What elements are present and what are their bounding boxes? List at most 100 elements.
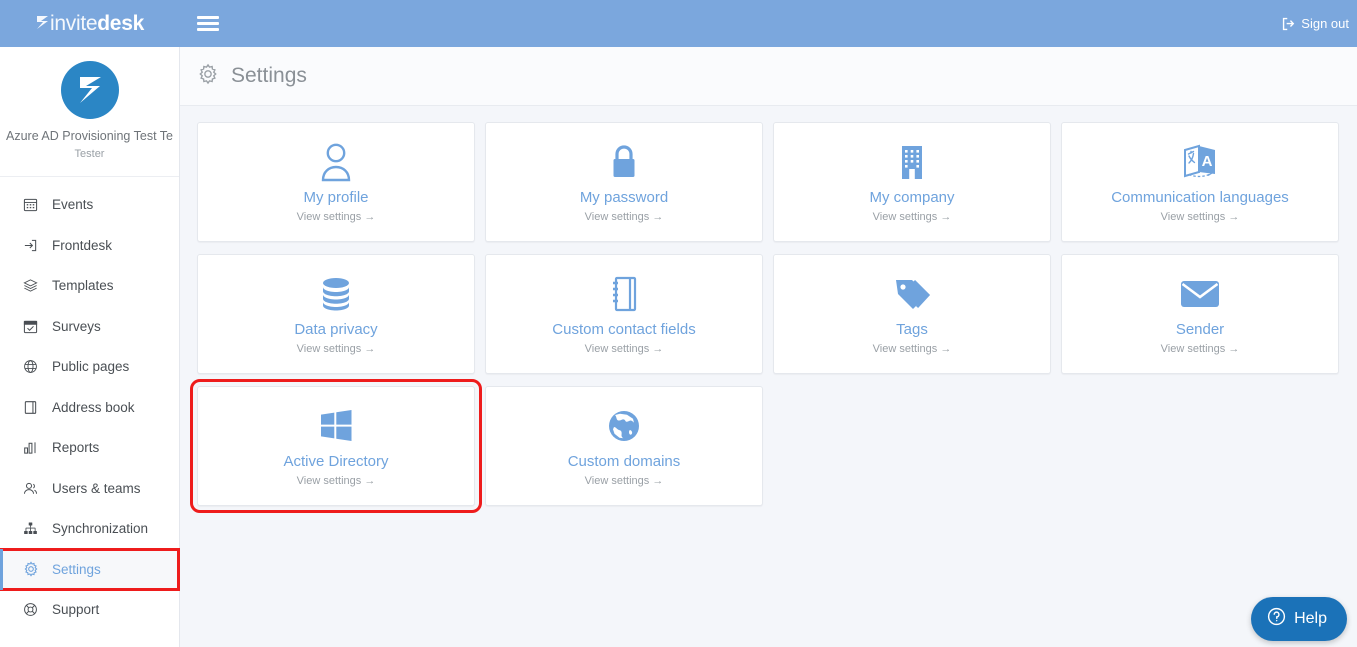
brand-bold-text: desk — [97, 11, 144, 35]
settings-card-my-password[interactable]: My password View settings → — [485, 122, 763, 242]
card-title: My profile — [303, 189, 369, 207]
hamburger-icon[interactable] — [197, 13, 219, 35]
main-content: Settings My profile View settings → My p — [180, 47, 1357, 647]
card-title: Custom contact fields — [552, 321, 696, 339]
sidebar-item-support[interactable]: Support — [0, 590, 179, 631]
sign-out-label: Sign out — [1301, 16, 1349, 31]
calendar-check-icon — [22, 318, 39, 335]
sidebar-item-label: Templates — [52, 278, 114, 294]
card-title: Communication languages — [1111, 189, 1289, 207]
card-title: Sender — [1175, 321, 1225, 339]
org-block: Azure AD Provisioning Test Team Tester — [0, 47, 179, 177]
settings-card-active-directory[interactable]: Active Directory View settings → — [190, 379, 482, 513]
settings-card-communication-languages[interactable]: A Communication languages View settings … — [1061, 122, 1339, 242]
brand-light-text: invite — [50, 11, 98, 35]
card-subtitle: View settings → — [584, 342, 664, 355]
sidebar-item-settings[interactable]: Settings — [0, 548, 180, 591]
card-subtitle: View settings → — [1160, 210, 1240, 223]
book-icon — [22, 399, 39, 416]
sidebar-item-label: Address book — [52, 399, 135, 415]
card-title: My password — [579, 189, 669, 207]
envelope-icon — [1179, 273, 1221, 315]
users-icon — [22, 480, 39, 497]
card-subtitle: View settings → — [584, 474, 664, 487]
lock-icon — [607, 141, 641, 183]
windows-icon — [318, 405, 354, 447]
lifebuoy-icon — [22, 601, 39, 618]
hamburger-bar — [197, 16, 219, 19]
sidebar-item-label: Synchronization — [52, 521, 149, 537]
card-title: Active Directory — [283, 453, 389, 471]
hamburger-bar — [197, 22, 219, 25]
hamburger-bar — [197, 28, 219, 31]
sidebar-item-surveys[interactable]: Surveys — [0, 306, 179, 347]
settings-card-data-privacy[interactable]: Data privacy View settings → — [197, 254, 475, 374]
user-icon — [318, 141, 354, 183]
page-header: Settings — [180, 47, 1357, 106]
sidebar-item-users-teams[interactable]: Users & teams — [0, 468, 179, 509]
settings-card-custom-domains[interactable]: Custom domains View settings → — [485, 386, 763, 506]
sidebar-item-events[interactable]: Events — [0, 185, 179, 226]
sidebar-item-label: Public pages — [52, 359, 130, 375]
brand-block: invite desk — [0, 0, 180, 47]
help-label: Help — [1294, 610, 1327, 627]
sidebar-item-label: Surveys — [52, 318, 101, 334]
globe-americas-icon — [606, 405, 642, 447]
invitedesk-mark-icon — [36, 14, 49, 31]
svg-text:A: A — [1202, 153, 1213, 170]
sidebar-item-public-pages[interactable]: Public pages — [0, 347, 179, 388]
card-subtitle: View settings → — [872, 342, 952, 355]
globe-icon — [22, 358, 39, 375]
card-subtitle: View settings → — [872, 210, 952, 223]
settings-card-my-company[interactable]: My company View settings → — [773, 122, 1051, 242]
notebook-icon — [607, 273, 641, 315]
sidebar-item-frontdesk[interactable]: Frontdesk — [0, 225, 179, 266]
calendar-icon — [22, 196, 39, 213]
settings-card-my-profile[interactable]: My profile View settings → — [197, 122, 475, 242]
settings-card-custom-contact-fields[interactable]: Custom contact fields View settings → — [485, 254, 763, 374]
card-subtitle: View settings → — [296, 342, 376, 355]
sidebar-item-reports[interactable]: Reports — [0, 428, 179, 469]
settings-card-grid: My profile View settings → My password V… — [180, 106, 1357, 513]
sidebar-item-label: Reports — [52, 440, 100, 456]
card-subtitle: View settings → — [1160, 342, 1240, 355]
card-subtitle: View settings → — [296, 210, 376, 223]
app-logo[interactable]: invite desk — [36, 12, 144, 36]
sidebar-item-templates[interactable]: Templates — [0, 266, 179, 307]
sidebar-nav: Events Frontdesk Templates Surveys Publi… — [0, 177, 180, 631]
sidebar-item-label: Users & teams — [52, 480, 141, 496]
database-icon — [317, 273, 355, 315]
building-icon — [895, 141, 929, 183]
settings-card-tags[interactable]: Tags View settings → — [773, 254, 1051, 374]
sidebar-item-label: Events — [52, 197, 94, 213]
org-name: Azure AD Provisioning Test Team — [6, 129, 173, 143]
card-subtitle: View settings → — [584, 210, 664, 223]
sidebar: Azure AD Provisioning Test Team Tester E… — [0, 47, 180, 647]
settings-card-sender[interactable]: Sender View settings → — [1061, 254, 1339, 374]
sidebar-item-label: Settings — [52, 561, 101, 577]
card-subtitle: View settings → — [296, 474, 376, 487]
top-bar: invite desk Sign out — [0, 0, 1357, 47]
gear-icon — [197, 63, 219, 90]
avatar — [60, 61, 119, 119]
help-button[interactable]: Help — [1251, 597, 1347, 641]
card-title: Tags — [896, 321, 928, 339]
sign-out-button[interactable]: Sign out — [1282, 0, 1349, 47]
sidebar-item-label: Support — [52, 602, 100, 618]
bar-chart-icon — [22, 439, 39, 456]
card-title: Custom domains — [567, 453, 681, 471]
layers-icon — [22, 277, 39, 294]
sitemap-icon — [22, 520, 39, 537]
page-title: Settings — [231, 64, 307, 87]
invitedesk-logo-icon — [79, 77, 101, 103]
translate-icon: A — [1180, 141, 1220, 183]
question-circle-icon — [1267, 607, 1286, 631]
tags-icon — [892, 273, 932, 315]
sidebar-item-synchronization[interactable]: Synchronization — [0, 509, 179, 550]
login-arrow-icon — [22, 237, 39, 254]
org-role: Tester — [74, 147, 105, 160]
sidebar-item-address-book[interactable]: Address book — [0, 387, 179, 428]
gear-icon — [22, 561, 39, 578]
sign-out-icon — [1282, 17, 1296, 31]
card-title: My company — [869, 189, 955, 207]
